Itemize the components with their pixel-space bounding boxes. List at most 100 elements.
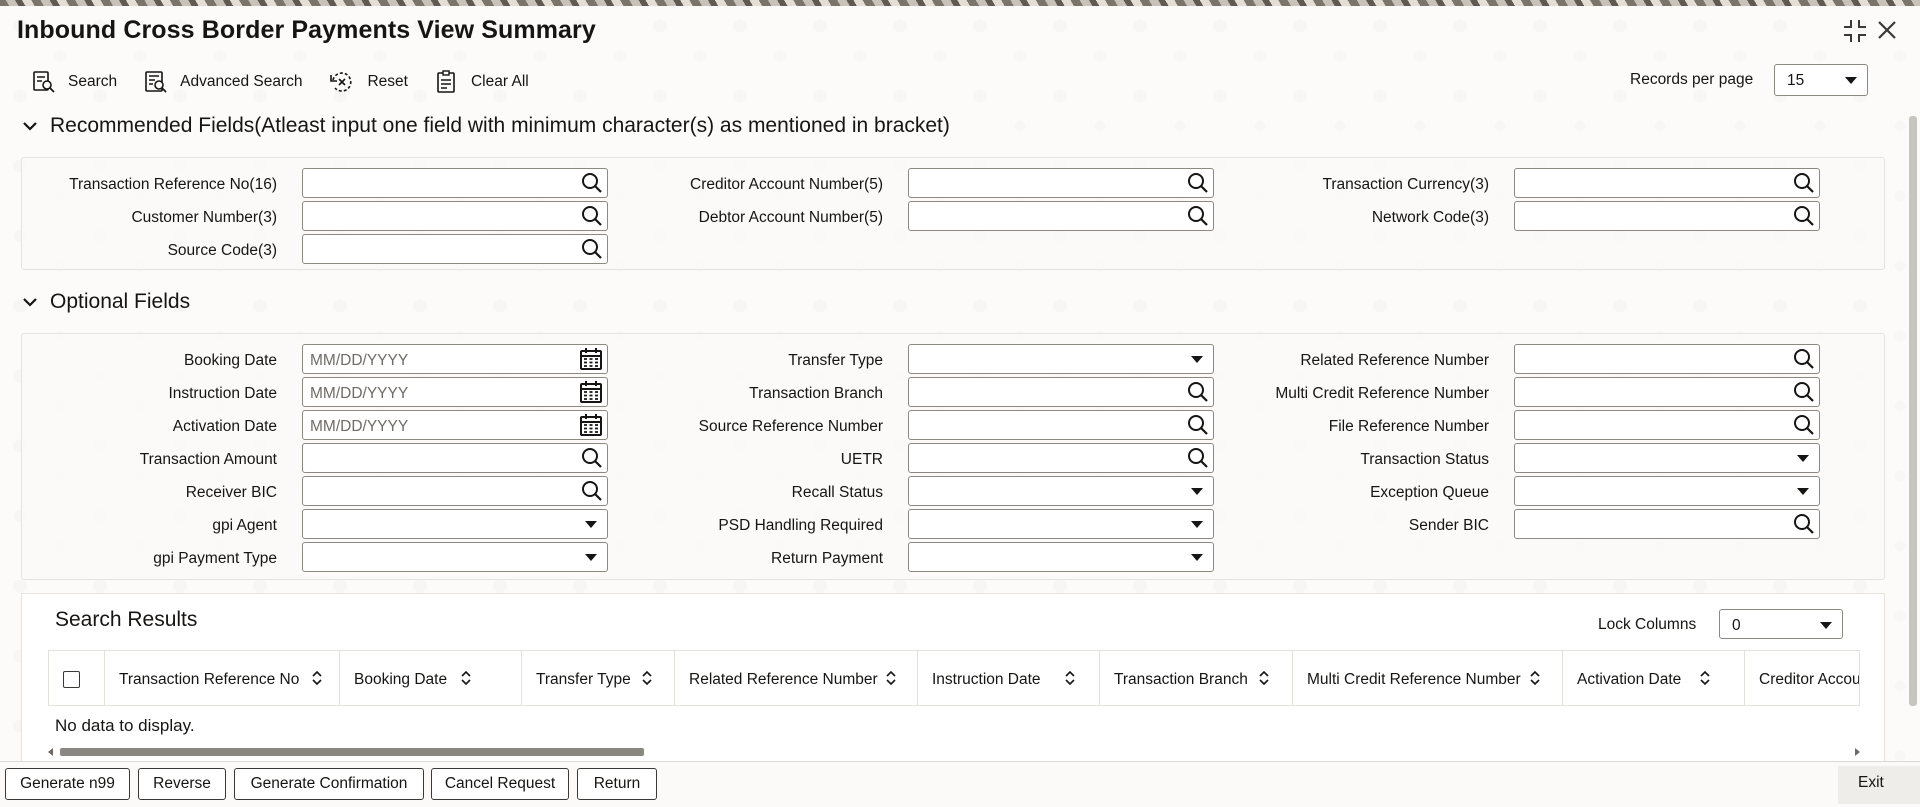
vertical-scrollbar[interactable] — [1908, 116, 1918, 706]
search-icon[interactable] — [580, 237, 604, 266]
column-header[interactable]: Multi Credit Reference Number — [1293, 651, 1563, 705]
source-ref-input[interactable] — [908, 410, 1214, 440]
booking-date-label: Booking Date — [183, 352, 277, 369]
gpi-payment-type-select[interactable] — [302, 542, 608, 572]
results-table-header: Transaction Reference No Booking Date Tr… — [48, 650, 1860, 706]
column-header[interactable]: Booking Date — [340, 651, 522, 705]
chevron-down-icon — [1797, 488, 1809, 495]
chevron-down-icon — [1845, 77, 1857, 84]
reverse-button[interactable]: Reverse — [138, 768, 226, 800]
sort-icon — [461, 670, 471, 686]
search-icon[interactable] — [580, 171, 604, 200]
customer-no-input[interactable] — [302, 201, 608, 231]
creditor-acc-input[interactable] — [908, 168, 1214, 198]
scroll-right-icon[interactable] — [1855, 748, 1860, 756]
booking-date-input[interactable]: MM/DD/YYYY — [302, 344, 608, 374]
column-header[interactable]: Transaction Reference No — [105, 651, 340, 705]
calendar-icon[interactable] — [578, 413, 604, 442]
txn-status-select[interactable] — [1514, 443, 1820, 473]
column-header[interactable]: Transaction Branch — [1100, 651, 1293, 705]
receiver-bic-input[interactable] — [302, 476, 608, 506]
chevron-down-icon — [1191, 356, 1203, 363]
network-code-input[interactable] — [1514, 201, 1820, 231]
txn-amount-label: Transaction Amount — [139, 451, 277, 468]
column-header[interactable]: Transfer Type — [522, 651, 675, 705]
lock-columns-value: 0 — [1732, 617, 1741, 634]
transfer-type-select[interactable] — [908, 344, 1214, 374]
txn-branch-input[interactable] — [908, 377, 1214, 407]
search-icon[interactable] — [580, 446, 604, 475]
clear-all-button[interactable]: Clear All — [435, 70, 529, 94]
search-icon[interactable] — [580, 204, 604, 233]
recall-status-label: Recall Status — [791, 484, 883, 501]
activation-date-input[interactable]: MM/DD/YYYY — [302, 410, 608, 440]
return-button[interactable]: Return — [577, 768, 657, 800]
column-header[interactable]: Related Reference Number — [675, 651, 918, 705]
exception-queue-select[interactable] — [1514, 476, 1820, 506]
chevron-down-icon — [23, 122, 37, 131]
horizontal-scrollbar[interactable] — [48, 746, 1860, 758]
uetr-input[interactable] — [908, 443, 1214, 473]
minimize-icon[interactable] — [1842, 18, 1868, 51]
instruction-date-input[interactable]: MM/DD/YYYY — [302, 377, 608, 407]
close-icon[interactable] — [1876, 16, 1898, 48]
search-icon[interactable] — [1186, 171, 1210, 200]
reset-icon — [330, 72, 353, 92]
reset-button[interactable]: Reset — [329, 70, 408, 94]
search-icon[interactable] — [1792, 512, 1816, 541]
search-icon[interactable] — [1792, 347, 1816, 376]
column-header[interactable]: Creditor Account — [1745, 651, 1859, 705]
search-icon[interactable] — [1186, 446, 1210, 475]
multi-credit-ref-label: Multi Credit Reference Number — [1275, 385, 1489, 402]
search-icon[interactable] — [1792, 413, 1816, 442]
search-button[interactable]: Search — [32, 70, 117, 94]
related-ref-input[interactable] — [1514, 344, 1820, 374]
return-payment-label: Return Payment — [771, 550, 883, 567]
scroll-left-icon[interactable] — [48, 748, 53, 756]
file-ref-input[interactable] — [1514, 410, 1820, 440]
psd-handling-select[interactable] — [908, 509, 1214, 539]
search-list-icon — [33, 71, 55, 93]
generate-n99-button[interactable]: Generate n99 — [5, 768, 130, 800]
search-label: Search — [68, 73, 118, 90]
multi-credit-ref-input[interactable] — [1514, 377, 1820, 407]
sender-bic-label: Sender BIC — [1408, 517, 1489, 534]
scrollbar-thumb[interactable] — [60, 748, 644, 756]
file-ref-label: File Reference Number — [1328, 418, 1489, 435]
exit-button[interactable]: Exit — [1858, 774, 1884, 792]
search-icon[interactable] — [1186, 204, 1210, 233]
recall-status-select[interactable] — [908, 476, 1214, 506]
search-icon[interactable] — [1186, 380, 1210, 409]
select-all-checkbox[interactable] — [63, 671, 80, 688]
advanced-search-icon — [145, 71, 167, 93]
return-payment-select[interactable] — [908, 542, 1214, 572]
records-per-page-select[interactable]: 15 — [1774, 64, 1868, 96]
cancel-request-button[interactable]: Cancel Request — [431, 768, 569, 800]
optional-section-toggle[interactable]: Optional Fields — [22, 290, 190, 314]
column-header[interactable]: Activation Date — [1563, 651, 1745, 705]
gpi-agent-select[interactable] — [302, 509, 608, 539]
reset-label: Reset — [367, 73, 408, 90]
chevron-down-icon — [1820, 622, 1832, 629]
search-icon[interactable] — [1186, 413, 1210, 442]
calendar-icon[interactable] — [578, 380, 604, 409]
recommended-section-toggle[interactable]: Recommended Fields(Atleast input one fie… — [22, 114, 950, 138]
scrollbar-thumb[interactable] — [1909, 116, 1917, 706]
generate-confirmation-button[interactable]: Generate Confirmation — [234, 768, 424, 800]
search-icon[interactable] — [1792, 204, 1816, 233]
txn-ref-input[interactable] — [302, 168, 608, 198]
txn-amount-input[interactable] — [302, 443, 608, 473]
search-icon[interactable] — [580, 479, 604, 508]
sender-bic-input[interactable] — [1514, 509, 1820, 539]
advanced-search-button[interactable]: Advanced Search — [144, 70, 302, 94]
txn-currency-input[interactable] — [1514, 168, 1820, 198]
search-icon[interactable] — [1792, 380, 1816, 409]
lock-columns-select[interactable]: 0 — [1719, 609, 1843, 639]
source-code-input[interactable] — [302, 234, 608, 264]
search-icon[interactable] — [1792, 171, 1816, 200]
chevron-down-icon — [1191, 488, 1203, 495]
column-header[interactable]: Instruction Date — [918, 651, 1100, 705]
empty-message: No data to display. — [55, 716, 195, 735]
debtor-acc-input[interactable] — [908, 201, 1214, 231]
calendar-icon[interactable] — [578, 347, 604, 376]
